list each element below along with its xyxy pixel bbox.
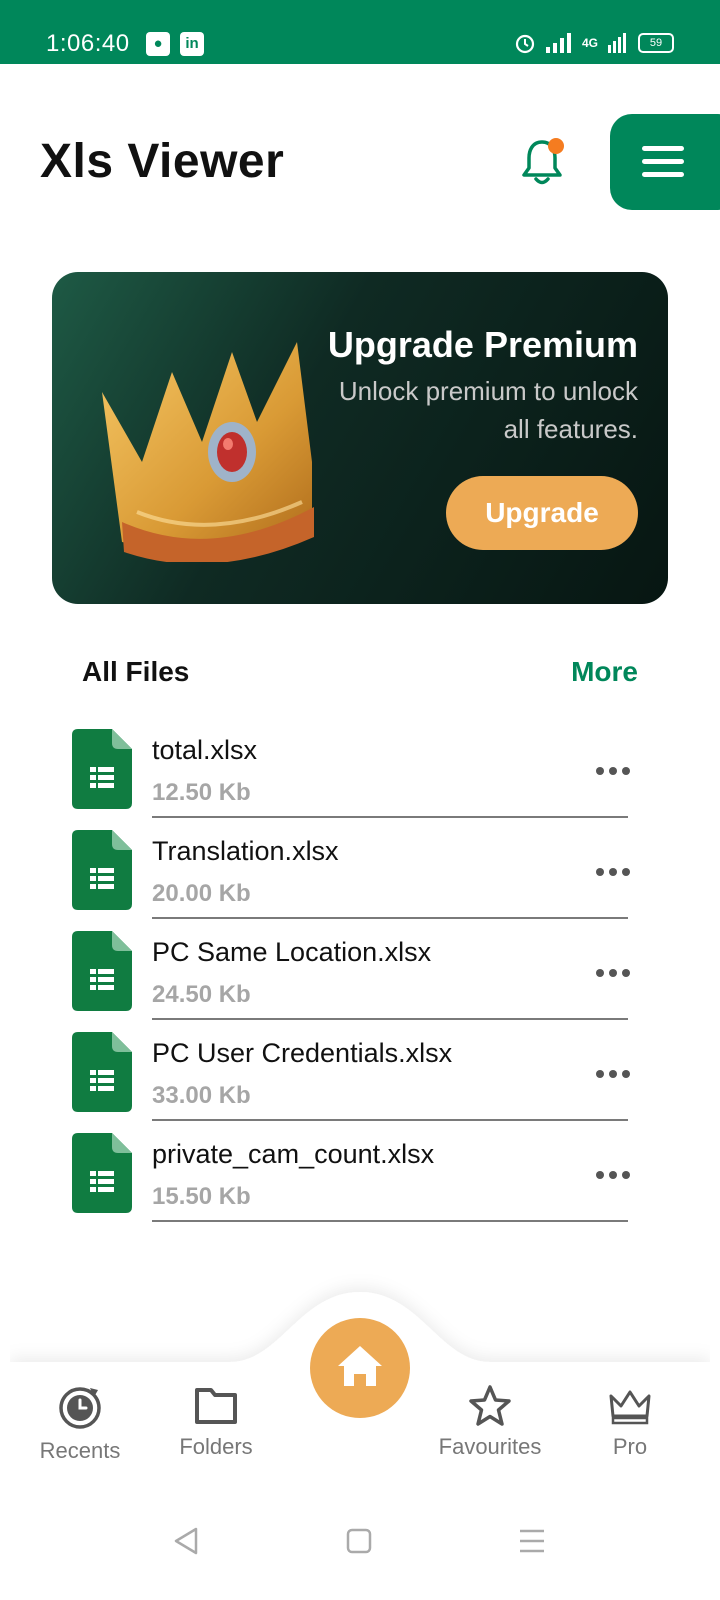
- nav-label-folders: Folders: [179, 1434, 253, 1459]
- notification-dot: [548, 138, 564, 154]
- file-options-button[interactable]: [596, 759, 636, 783]
- home-icon: [338, 1346, 382, 1386]
- crown-icon: [609, 1390, 651, 1425]
- app-title: Xls Viewer: [40, 135, 285, 188]
- nav-label-pro: Pro: [612, 1434, 648, 1459]
- home-button[interactable]: [310, 1318, 410, 1418]
- spreadsheet-file-icon: [72, 729, 132, 809]
- more-dots-icon: [596, 868, 604, 876]
- menu-icon-line: [642, 159, 684, 164]
- more-dots-icon: [596, 1171, 604, 1179]
- spreadsheet-file-icon: [72, 830, 132, 910]
- nav-pro[interactable]: Pro: [560, 1384, 700, 1460]
- chat-app-icon: ●: [146, 32, 170, 56]
- status-bar: 1:06:40 ● in 4G 59: [0, 0, 720, 64]
- file-size: 15.50 Kb: [152, 1183, 251, 1210]
- file-name: private_cam_count.xlsx: [152, 1139, 435, 1169]
- file-name: total.xlsx: [152, 735, 258, 765]
- file-row[interactable]: private_cam_count.xlsx 15.50 Kb: [0, 1119, 720, 1222]
- file-row[interactable]: total.xlsx 12.50 Kb: [0, 715, 720, 818]
- file-size: 20.00 Kb: [152, 880, 251, 907]
- signal-icon-2: [608, 33, 626, 53]
- more-dots-icon: [596, 969, 604, 977]
- bottom-navigation: Recents Folders Favourites Pro: [10, 1292, 710, 1472]
- battery-indicator: 59: [638, 33, 674, 53]
- more-dots-icon: [596, 767, 604, 775]
- file-options-button[interactable]: [596, 860, 636, 884]
- crown-illustration: [102, 342, 314, 562]
- upgrade-button[interactable]: Upgrade: [446, 476, 638, 550]
- row-divider: [152, 1220, 628, 1222]
- nav-folders[interactable]: Folders: [146, 1384, 286, 1460]
- file-options-button[interactable]: [596, 1163, 636, 1187]
- back-icon[interactable]: [172, 1526, 200, 1556]
- premium-banner[interactable]: Upgrade Premium Unlock premium to unlock…: [52, 272, 668, 604]
- recents-icon: [59, 1387, 101, 1429]
- file-row[interactable]: PC Same Location.xlsx 24.50 Kb: [0, 917, 720, 1020]
- file-name: Translation.xlsx: [152, 836, 339, 866]
- network-type: 4G: [581, 36, 598, 50]
- file-name: PC User Credentials.xlsx: [152, 1038, 453, 1068]
- recents-system-icon[interactable]: [518, 1528, 546, 1554]
- file-options-button[interactable]: [596, 961, 636, 985]
- signal-icon: [545, 33, 571, 53]
- folder-icon: [195, 1388, 237, 1424]
- home-system-icon[interactable]: [346, 1528, 372, 1554]
- nav-label-recents: Recents: [39, 1438, 121, 1463]
- more-dots-icon: [596, 1070, 604, 1078]
- nav-label-favourites: Favourites: [438, 1434, 542, 1459]
- status-indicators: 4G 59: [514, 32, 674, 54]
- linkedin-icon: in: [180, 32, 204, 56]
- file-size: 33.00 Kb: [152, 1082, 251, 1109]
- nav-favourites[interactable]: Favourites: [420, 1384, 560, 1460]
- star-icon: [469, 1385, 511, 1426]
- banner-subtitle: Unlock premium to unlock all features.: [338, 376, 638, 444]
- spreadsheet-file-icon: [72, 931, 132, 1011]
- spreadsheet-file-icon: [72, 1032, 132, 1112]
- alarm-icon: [515, 34, 535, 54]
- nav-recents[interactable]: Recents: [10, 1384, 150, 1464]
- menu-button[interactable]: [610, 114, 720, 210]
- notification-button[interactable]: [518, 136, 566, 188]
- menu-icon: [642, 146, 684, 151]
- section-title: All Files: [82, 656, 190, 687]
- status-time: 1:06:40: [46, 30, 130, 57]
- more-link[interactable]: More: [571, 656, 638, 688]
- file-size: 12.50 Kb: [152, 779, 251, 806]
- file-row[interactable]: PC User Credentials.xlsx 33.00 Kb: [0, 1018, 720, 1121]
- spreadsheet-file-icon: [72, 1133, 132, 1213]
- file-size: 24.50 Kb: [152, 981, 251, 1008]
- file-options-button[interactable]: [596, 1062, 636, 1086]
- file-row[interactable]: Translation.xlsx 20.00 Kb: [0, 816, 720, 919]
- menu-icon-line: [642, 172, 684, 177]
- system-navigation-bar: [0, 1510, 720, 1570]
- banner-title: Upgrade Premium: [327, 324, 638, 365]
- file-name: PC Same Location.xlsx: [152, 937, 432, 967]
